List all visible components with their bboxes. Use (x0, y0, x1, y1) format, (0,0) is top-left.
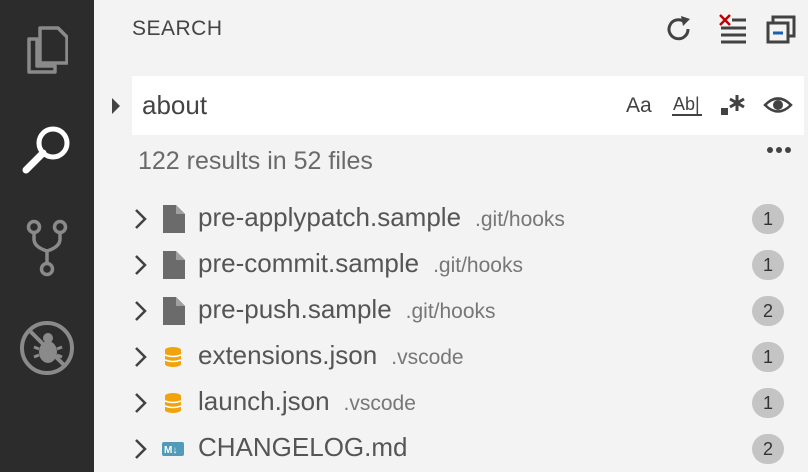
chevron-right-icon[interactable] (134, 438, 148, 460)
match-count-badge: 1 (752, 250, 784, 280)
result-file-row[interactable]: M↓ CHANGELOG.md 2 (94, 426, 808, 472)
collapse-all-icon (766, 15, 796, 44)
markdown-icon: M↓ (160, 435, 186, 463)
match-case-toggle[interactable]: Aa (623, 88, 657, 122)
match-count-badge: 2 (752, 296, 784, 326)
match-whole-word-icon: Ab| (672, 94, 702, 116)
result-file-name: CHANGELOG.md (198, 432, 408, 462)
ellipsis-icon (767, 147, 791, 153)
result-file-row[interactable]: launch.json .vscode 1 (94, 380, 808, 426)
preview-eye-icon (763, 97, 793, 113)
chevron-right-icon[interactable] (134, 254, 148, 276)
svg-text:Aa: Aa (626, 94, 652, 117)
toggle-replace-button[interactable] (108, 96, 126, 116)
match-case-icon: Aa (626, 94, 652, 117)
chevron-right-icon[interactable] (134, 392, 148, 414)
clear-results-button[interactable] (716, 12, 750, 46)
chevron-right-icon (112, 98, 120, 114)
result-file-row[interactable]: pre-applypatch.sample .git/hooks 1 (94, 196, 808, 242)
activity-item-source-control[interactable] (0, 198, 94, 298)
source-control-icon (26, 219, 68, 277)
use-regex-toggle[interactable] (715, 88, 749, 122)
sidebar-title: SEARCH (132, 17, 223, 40)
file-icon (160, 297, 186, 325)
activity-item-search[interactable] (0, 100, 94, 200)
clear-results-icon (719, 14, 746, 44)
search-icon (22, 126, 70, 174)
match-whole-word-toggle[interactable]: Ab| (670, 88, 704, 122)
chevron-right-icon[interactable] (134, 300, 148, 322)
match-count-badge: 2 (752, 434, 784, 464)
match-count-badge: 1 (752, 342, 784, 372)
result-file-name: launch.json (198, 386, 330, 416)
result-file-path: .git/hooks (405, 300, 496, 323)
search-input[interactable] (142, 84, 602, 126)
collapse-all-button[interactable] (764, 12, 798, 46)
chevron-right-icon[interactable] (134, 208, 148, 230)
result-file-row[interactable]: pre-commit.sample .git/hooks 1 (94, 242, 808, 288)
json-icon (160, 389, 186, 417)
result-file-path: .git/hooks (475, 208, 565, 231)
result-file-row[interactable]: pre-push.sample .git/hooks 2 (94, 288, 808, 334)
result-file-row[interactable]: extensions.json .vscode 1 (94, 334, 808, 380)
search-sidebar: SEARCH about Aa Ab| 122 results in 52 fi… (94, 0, 808, 472)
svg-text:Ab|: Ab| (673, 94, 700, 114)
result-file-path: .git/hooks (433, 254, 523, 277)
refresh-button[interactable] (662, 12, 696, 46)
match-count-badge: 1 (752, 388, 784, 418)
activity-item-explorer[interactable] (0, 0, 94, 100)
file-icon (160, 205, 186, 233)
result-file-name: pre-commit.sample (198, 248, 420, 278)
chevron-right-icon[interactable] (134, 346, 148, 368)
activity-item-debug[interactable] (0, 298, 94, 398)
result-file-path: .vscode (343, 392, 416, 415)
file-icon (160, 251, 186, 279)
activity-bar (0, 0, 94, 472)
result-summary: 122 results in 52 files (138, 147, 373, 175)
result-file-path: .vscode (391, 346, 464, 369)
svg-text:M↓: M↓ (164, 445, 177, 456)
result-file-name: extensions.json (198, 340, 378, 370)
files-icon (27, 26, 68, 74)
debug-disabled-icon (20, 321, 74, 375)
result-file-name: pre-push.sample (198, 294, 392, 324)
preview-toggle[interactable] (761, 88, 795, 122)
more-actions-button[interactable] (766, 140, 792, 160)
result-file-name: pre-applypatch.sample (198, 202, 462, 232)
results-tree: pre-applypatch.sample .git/hooks 1 pre-co… (94, 196, 808, 472)
refresh-icon (667, 16, 690, 41)
use-regex-icon (721, 95, 745, 115)
json-icon (160, 343, 186, 371)
search-box: Aa Ab| (132, 76, 804, 135)
match-count-badge: 1 (752, 204, 784, 234)
